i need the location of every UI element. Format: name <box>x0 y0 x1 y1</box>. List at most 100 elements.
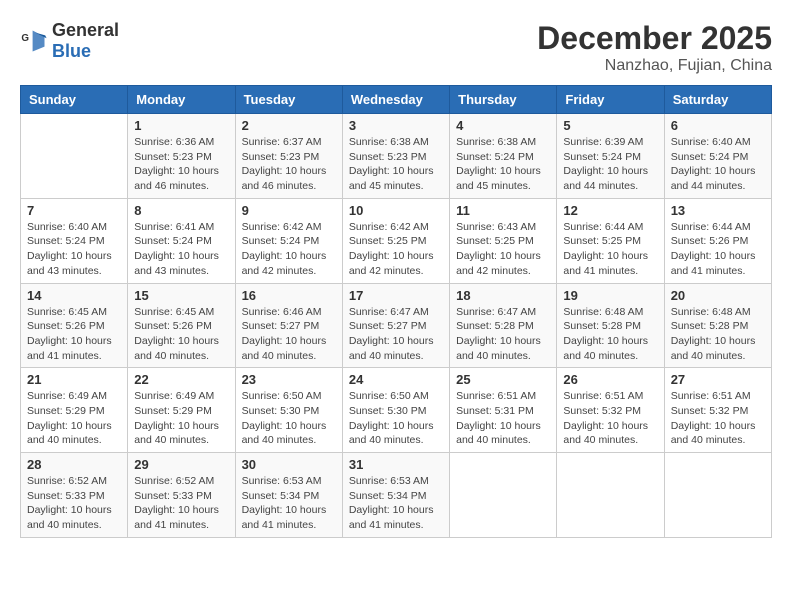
day-info: Sunrise: 6:51 AM Sunset: 5:32 PM Dayligh… <box>671 389 765 448</box>
day-info: Sunrise: 6:53 AM Sunset: 5:34 PM Dayligh… <box>242 474 336 533</box>
day-info: Sunrise: 6:40 AM Sunset: 5:24 PM Dayligh… <box>671 135 765 194</box>
day-info: Sunrise: 6:38 AM Sunset: 5:23 PM Dayligh… <box>349 135 443 194</box>
day-number: 22 <box>134 372 228 387</box>
week-row-2: 7 Sunrise: 6:40 AM Sunset: 5:24 PM Daylig… <box>21 198 772 283</box>
calendar-cell: 2Sunrise: 6:37 AM Sunset: 5:23 PM Daylig… <box>235 114 342 199</box>
logo-wordmark: General Blue <box>52 20 119 62</box>
day-info: Sunrise: 6:51 AM Sunset: 5:32 PM Dayligh… <box>563 389 657 448</box>
day-number: 2 <box>242 118 336 133</box>
calendar-cell: 20 Sunrise: 6:48 AM Sunset: 5:28 PM Dayli… <box>664 283 771 368</box>
calendar-cell <box>557 453 664 538</box>
day-number: 1 <box>134 118 228 133</box>
calendar-cell: 23 Sunrise: 6:50 AM Sunset: 5:30 PM Dayli… <box>235 368 342 453</box>
day-number: 20 <box>671 288 765 303</box>
calendar-cell: 8 Sunrise: 6:41 AM Sunset: 5:24 PM Daylig… <box>128 198 235 283</box>
day-info: Sunrise: 6:42 AM Sunset: 5:25 PM Dayligh… <box>349 220 443 279</box>
day-number: 29 <box>134 457 228 472</box>
title-block: December 2025 Nanzhao, Fujian, China <box>537 20 772 75</box>
day-number: 5 <box>563 118 657 133</box>
location: Nanzhao, Fujian, China <box>537 57 772 75</box>
calendar-cell: 19Sunrise: 6:48 AM Sunset: 5:28 PM Dayli… <box>557 283 664 368</box>
day-number: 6 <box>671 118 765 133</box>
calendar-cell: 15Sunrise: 6:45 AM Sunset: 5:26 PM Dayli… <box>128 283 235 368</box>
calendar-cell: 9Sunrise: 6:42 AM Sunset: 5:24 PM Daylig… <box>235 198 342 283</box>
day-info: Sunrise: 6:47 AM Sunset: 5:28 PM Dayligh… <box>456 305 550 364</box>
day-number: 21 <box>27 372 121 387</box>
svg-text:G: G <box>21 33 29 44</box>
calendar-cell: 3Sunrise: 6:38 AM Sunset: 5:23 PM Daylig… <box>342 114 449 199</box>
day-number: 26 <box>563 372 657 387</box>
calendar-cell: 31Sunrise: 6:53 AM Sunset: 5:34 PM Dayli… <box>342 453 449 538</box>
calendar-cell: 22 Sunrise: 6:49 AM Sunset: 5:29 PM Dayli… <box>128 368 235 453</box>
weekday-header-wednesday: Wednesday <box>342 86 449 114</box>
day-info: Sunrise: 6:52 AM Sunset: 5:33 PM Dayligh… <box>27 474 121 533</box>
calendar-cell: 16Sunrise: 6:46 AM Sunset: 5:27 PM Dayli… <box>235 283 342 368</box>
calendar-cell <box>664 453 771 538</box>
calendar-cell: 11Sunrise: 6:43 AM Sunset: 5:25 PM Dayli… <box>450 198 557 283</box>
calendar-cell: 6 Sunrise: 6:40 AM Sunset: 5:24 PM Daylig… <box>664 114 771 199</box>
calendar-cell: 10 Sunrise: 6:42 AM Sunset: 5:25 PM Dayli… <box>342 198 449 283</box>
calendar-cell: 7 Sunrise: 6:40 AM Sunset: 5:24 PM Daylig… <box>21 198 128 283</box>
day-number: 14 <box>27 288 121 303</box>
day-number: 24 <box>349 372 443 387</box>
calendar-table: SundayMondayTuesdayWednesdayThursdayFrid… <box>20 85 772 538</box>
logo-icon: G <box>20 27 48 55</box>
logo: G General Blue <box>20 20 119 62</box>
day-number: 19 <box>563 288 657 303</box>
day-number: 27 <box>671 372 765 387</box>
day-info: Sunrise: 6:47 AM Sunset: 5:27 PM Dayligh… <box>349 305 443 364</box>
day-info: Sunrise: 6:41 AM Sunset: 5:24 PM Dayligh… <box>134 220 228 279</box>
day-info: Sunrise: 6:50 AM Sunset: 5:30 PM Dayligh… <box>349 389 443 448</box>
day-info: Sunrise: 6:48 AM Sunset: 5:28 PM Dayligh… <box>671 305 765 364</box>
month-year: December 2025 <box>537 20 772 57</box>
day-number: 18 <box>456 288 550 303</box>
day-info: Sunrise: 6:46 AM Sunset: 5:27 PM Dayligh… <box>242 305 336 364</box>
calendar-cell: 26 Sunrise: 6:51 AM Sunset: 5:32 PM Dayli… <box>557 368 664 453</box>
logo-general: General <box>52 20 119 40</box>
day-number: 4 <box>456 118 550 133</box>
day-number: 13 <box>671 203 765 218</box>
calendar-cell: 1Sunrise: 6:36 AM Sunset: 5:23 PM Daylig… <box>128 114 235 199</box>
day-number: 28 <box>27 457 121 472</box>
weekday-header-monday: Monday <box>128 86 235 114</box>
calendar-cell: 17 Sunrise: 6:47 AM Sunset: 5:27 PM Dayli… <box>342 283 449 368</box>
day-number: 17 <box>349 288 443 303</box>
day-info: Sunrise: 6:38 AM Sunset: 5:24 PM Dayligh… <box>456 135 550 194</box>
day-number: 8 <box>134 203 228 218</box>
day-info: Sunrise: 6:39 AM Sunset: 5:24 PM Dayligh… <box>563 135 657 194</box>
week-row-1: 1Sunrise: 6:36 AM Sunset: 5:23 PM Daylig… <box>21 114 772 199</box>
calendar-cell: 13 Sunrise: 6:44 AM Sunset: 5:26 PM Dayli… <box>664 198 771 283</box>
calendar-cell: 12Sunrise: 6:44 AM Sunset: 5:25 PM Dayli… <box>557 198 664 283</box>
day-info: Sunrise: 6:52 AM Sunset: 5:33 PM Dayligh… <box>134 474 228 533</box>
calendar-cell <box>21 114 128 199</box>
day-info: Sunrise: 6:45 AM Sunset: 5:26 PM Dayligh… <box>27 305 121 364</box>
day-info: Sunrise: 6:40 AM Sunset: 5:24 PM Dayligh… <box>27 220 121 279</box>
day-number: 10 <box>349 203 443 218</box>
weekday-header-saturday: Saturday <box>664 86 771 114</box>
day-info: Sunrise: 6:51 AM Sunset: 5:31 PM Dayligh… <box>456 389 550 448</box>
weekday-header-sunday: Sunday <box>21 86 128 114</box>
day-info: Sunrise: 6:53 AM Sunset: 5:34 PM Dayligh… <box>349 474 443 533</box>
day-info: Sunrise: 6:49 AM Sunset: 5:29 PM Dayligh… <box>134 389 228 448</box>
day-number: 23 <box>242 372 336 387</box>
calendar-cell <box>450 453 557 538</box>
calendar-cell: 5 Sunrise: 6:39 AM Sunset: 5:24 PM Daylig… <box>557 114 664 199</box>
calendar-cell: 25 Sunrise: 6:51 AM Sunset: 5:31 PM Dayli… <box>450 368 557 453</box>
calendar-cell: 14 Sunrise: 6:45 AM Sunset: 5:26 PM Dayli… <box>21 283 128 368</box>
calendar-cell: 4 Sunrise: 6:38 AM Sunset: 5:24 PM Daylig… <box>450 114 557 199</box>
calendar-cell: 29 Sunrise: 6:52 AM Sunset: 5:33 PM Dayli… <box>128 453 235 538</box>
day-info: Sunrise: 6:50 AM Sunset: 5:30 PM Dayligh… <box>242 389 336 448</box>
calendar-cell: 21 Sunrise: 6:49 AM Sunset: 5:29 PM Dayli… <box>21 368 128 453</box>
calendar-cell: 27 Sunrise: 6:51 AM Sunset: 5:32 PM Dayli… <box>664 368 771 453</box>
day-number: 25 <box>456 372 550 387</box>
weekday-header-thursday: Thursday <box>450 86 557 114</box>
day-number: 7 <box>27 203 121 218</box>
weekday-header-friday: Friday <box>557 86 664 114</box>
day-info: Sunrise: 6:42 AM Sunset: 5:24 PM Dayligh… <box>242 220 336 279</box>
day-info: Sunrise: 6:45 AM Sunset: 5:26 PM Dayligh… <box>134 305 228 364</box>
day-info: Sunrise: 6:44 AM Sunset: 5:26 PM Dayligh… <box>671 220 765 279</box>
day-info: Sunrise: 6:49 AM Sunset: 5:29 PM Dayligh… <box>27 389 121 448</box>
week-row-4: 21 Sunrise: 6:49 AM Sunset: 5:29 PM Dayli… <box>21 368 772 453</box>
logo-blue: Blue <box>52 41 91 61</box>
weekday-header-tuesday: Tuesday <box>235 86 342 114</box>
